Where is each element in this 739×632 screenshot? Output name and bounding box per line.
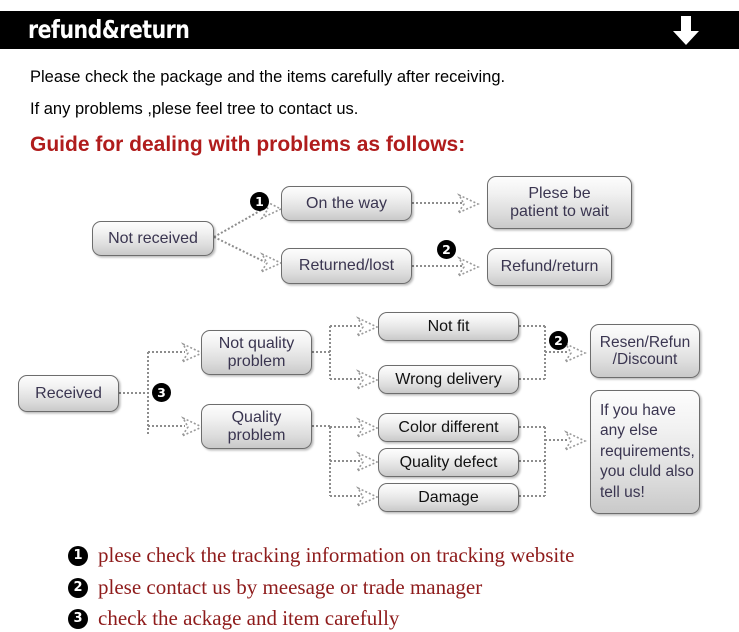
legend-item-2: 2 plese contact us by meesage or trade m…	[68, 575, 482, 600]
legend-item-3: 3 check the ackage and item carefully	[68, 606, 399, 631]
badge-2-bottom: 2	[549, 331, 568, 350]
flow-box-resend-refund-discount[interactable]: Resen/Refun /Discount	[590, 324, 700, 378]
header-banner: refund&return	[0, 11, 739, 49]
legend-badge-2: 2	[68, 577, 88, 598]
flow-box-on-the-way[interactable]: On the way	[281, 186, 412, 221]
flow-box-quality-defect[interactable]: Quality defect	[378, 448, 519, 477]
badge-2-top: 2	[437, 240, 456, 259]
arrow-down-icon	[673, 16, 699, 45]
refund-return-page: refund&return Please check the package a…	[0, 0, 739, 632]
flow-box-not-quality-problem[interactable]: Not quality problem	[201, 330, 312, 375]
badge-3-bottom: 3	[152, 383, 171, 402]
flow-box-not-fit[interactable]: Not fit	[378, 312, 519, 341]
flow-box-color-different[interactable]: Color different	[378, 413, 519, 442]
legend-item-1: 1 plese check the tracking information o…	[68, 543, 574, 568]
legend-text-3: check the ackage and item carefully	[98, 606, 400, 630]
legend-text-1: plese check the tracking information on …	[98, 543, 575, 567]
flow-box-wrong-delivery[interactable]: Wrong delivery	[378, 365, 519, 394]
flow-box-additional-requirements-note[interactable]: If you have any else requirements, you c…	[590, 390, 700, 514]
guide-heading: Guide for dealing with problems as follo…	[30, 133, 466, 156]
legend-text-2: plese contact us by meesage or trade man…	[98, 575, 483, 599]
flow-box-returned-lost[interactable]: Returned/lost	[281, 248, 412, 284]
flow-box-refund-return[interactable]: Refund/return	[487, 248, 612, 286]
flow-box-damage[interactable]: Damage	[378, 483, 519, 512]
flow-box-quality-problem[interactable]: Quality problem	[201, 404, 312, 449]
legend-badge-3: 3	[68, 608, 88, 629]
intro-line-2: If any problems ,plese feel tree to cont…	[30, 100, 359, 118]
intro-line-1: Please check the package and the items c…	[30, 68, 506, 86]
page-title: refund&return	[28, 15, 190, 44]
flow-box-received[interactable]: Received	[18, 375, 119, 412]
flow-box-plese-be-patient[interactable]: Plese be patient to wait	[487, 176, 632, 229]
flow-box-not-received[interactable]: Not received	[92, 221, 214, 256]
legend-badge-1: 1	[68, 545, 88, 566]
flow-connectors	[119, 193, 587, 508]
badge-1-top: 1	[250, 192, 269, 211]
